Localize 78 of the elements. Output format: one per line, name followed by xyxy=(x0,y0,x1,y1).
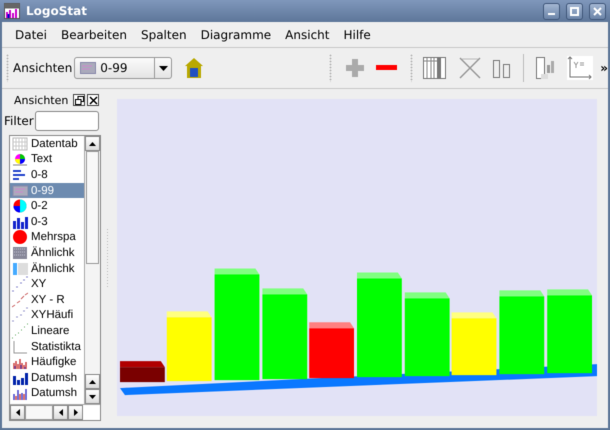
bar xyxy=(309,322,354,378)
list-item[interactable]: Datumsh xyxy=(10,386,84,402)
panel-title: Ansichten xyxy=(14,94,68,106)
list-item[interactable]: 0-3 xyxy=(10,214,84,230)
view-icon xyxy=(12,182,28,199)
list-item[interactable]: Datentab xyxy=(10,136,84,152)
maximize-icon xyxy=(570,6,579,16)
list-item[interactable]: Mehrspa xyxy=(10,230,84,246)
minimize-icon xyxy=(548,13,555,15)
list-item[interactable]: Ähnlichk xyxy=(10,245,84,261)
list-item[interactable]: 0-99 xyxy=(10,182,84,198)
scroll-down-button[interactable] xyxy=(85,389,100,404)
menu-item[interactable]: Diagramme xyxy=(194,28,278,42)
filter-label: Filter xyxy=(4,114,34,128)
view-icon xyxy=(12,229,28,246)
list-item[interactable]: 0-8 xyxy=(10,167,84,183)
up-arrow-icon xyxy=(89,380,96,384)
menu-item[interactable]: Hilfe xyxy=(336,28,378,42)
menu-item[interactable]: Spalten xyxy=(134,28,194,42)
table-columns-icon[interactable] xyxy=(423,56,448,80)
app-icon xyxy=(4,3,20,19)
view-icon xyxy=(12,151,28,168)
down-arrow-icon xyxy=(89,394,96,398)
minus-icon[interactable] xyxy=(376,64,398,72)
menu-item[interactable]: Ansicht xyxy=(278,28,336,42)
view-icon xyxy=(12,198,28,214)
view-icon xyxy=(12,292,28,308)
list-item[interactable]: Statistikta xyxy=(10,338,84,354)
bar xyxy=(166,311,212,382)
menu-item[interactable]: Bearbeiten xyxy=(54,28,134,42)
list-item[interactable]: XY - R xyxy=(10,292,84,308)
scroll-up-button[interactable] xyxy=(85,136,100,151)
view-icon xyxy=(12,322,28,339)
list-item[interactable]: Datumsh xyxy=(10,370,84,386)
menu-item[interactable]: Datei xyxy=(8,28,54,42)
bar xyxy=(120,361,165,382)
left-arrow-icon xyxy=(16,409,20,416)
two-columns-icon[interactable] xyxy=(493,57,512,79)
axes-icon[interactable] xyxy=(567,56,594,80)
list-item[interactable]: Lineare xyxy=(10,323,84,339)
views-dropdown[interactable]: 0-99 xyxy=(74,57,172,79)
bar xyxy=(452,312,496,376)
undock-button[interactable] xyxy=(73,94,86,106)
list-item[interactable]: XY xyxy=(10,276,84,292)
close-button[interactable] xyxy=(589,2,606,20)
view-icon xyxy=(12,260,28,277)
list-item[interactable]: Text xyxy=(10,152,84,168)
overflow-button[interactable]: » xyxy=(600,61,608,75)
minimize-button[interactable] xyxy=(543,2,560,20)
panel-close-button[interactable] xyxy=(87,94,100,106)
scrollbar-thumb[interactable] xyxy=(86,151,99,264)
scroll-right-button[interactable] xyxy=(68,405,83,420)
close-icon xyxy=(593,6,602,16)
close-icon xyxy=(88,96,98,104)
right-arrow-icon xyxy=(74,409,78,416)
window-title: LogoStat xyxy=(26,4,88,18)
views-label: Ansichten xyxy=(13,61,72,75)
view-icon xyxy=(12,276,28,292)
restore-icon xyxy=(74,96,84,104)
left-arrow-icon xyxy=(58,409,62,416)
scroll-up-button[interactable] xyxy=(85,374,100,389)
list-item[interactable]: Ähnlichk xyxy=(10,260,84,276)
house-icon[interactable] xyxy=(184,57,204,79)
up-arrow-icon xyxy=(89,142,96,146)
dropdown-arrow-icon xyxy=(158,66,168,70)
filter-field[interactable] xyxy=(34,111,99,131)
view-icon xyxy=(12,244,28,261)
view-icon xyxy=(12,338,28,355)
maximize-button[interactable] xyxy=(566,2,583,20)
list-item[interactable]: 0-2 xyxy=(10,198,84,214)
scroll-left-button[interactable] xyxy=(10,405,25,420)
scrollbar-thumb[interactable] xyxy=(25,405,53,420)
view-icon xyxy=(12,307,28,324)
list-item[interactable]: Häufigke xyxy=(10,354,84,370)
splitter-grip-icon[interactable] xyxy=(106,228,108,288)
scroll-left-button[interactable] xyxy=(53,405,68,420)
list-item[interactable]: XYHäufi xyxy=(10,308,84,324)
chart-icon xyxy=(80,62,96,74)
